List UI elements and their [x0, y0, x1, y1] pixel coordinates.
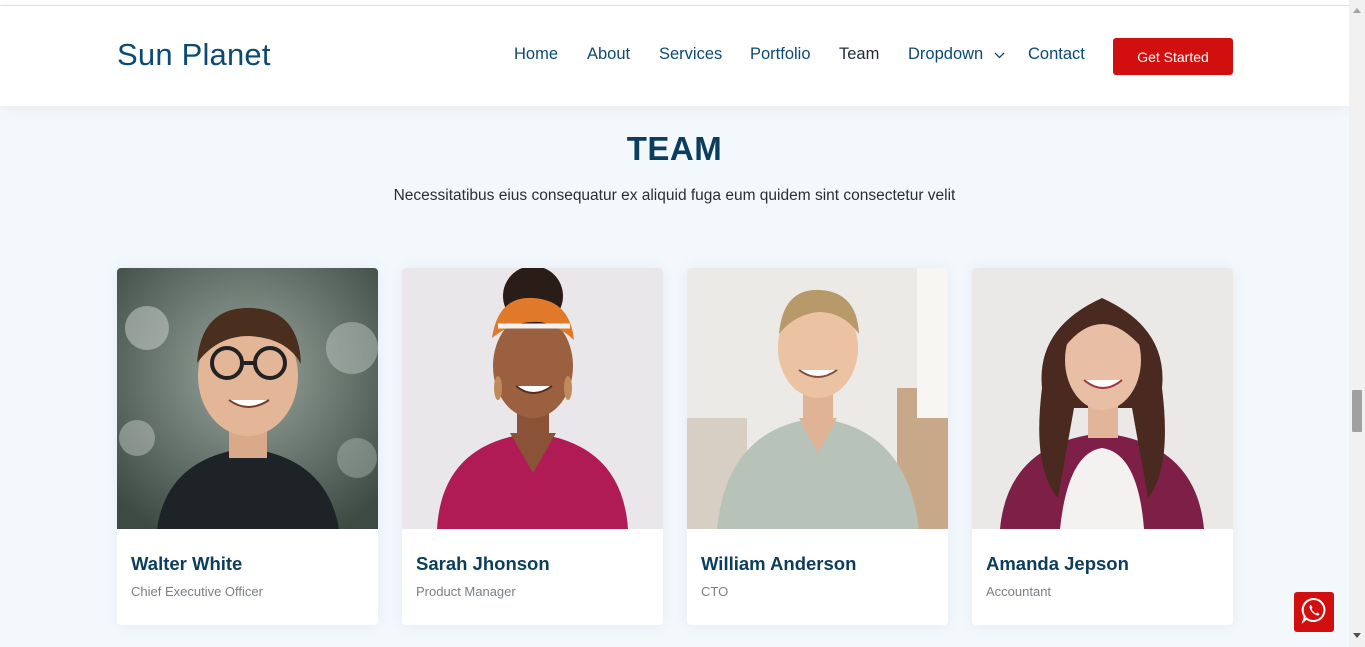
team-member-name: Walter White [131, 553, 243, 574]
whatsapp-icon [1300, 596, 1328, 629]
site-logo[interactable]: Sun Planet [117, 37, 271, 73]
team-card: Sarah Jhonson Product Manager [402, 268, 663, 625]
team-member-role: Accountant [986, 584, 1052, 599]
scrollbar-thumb[interactable] [1352, 390, 1362, 432]
team-member-name: Sarah Jhonson [416, 553, 550, 574]
team-member-photo [117, 268, 378, 529]
team-card: William Anderson CTO [687, 268, 948, 625]
team-member-name: Amanda Jepson [986, 553, 1129, 574]
nav-dropdown-label: Dropdown [908, 45, 984, 63]
team-member-role: Product Manager [416, 584, 516, 599]
nav-team[interactable]: Team [839, 45, 879, 64]
team-member-role: CTO [701, 584, 729, 599]
team-member-name: William Anderson [701, 553, 857, 574]
team-card: Walter White Chief Executive Officer [117, 268, 378, 625]
scroll-down-arrow-icon[interactable] [1353, 633, 1361, 638]
section-title: TEAM [626, 130, 723, 167]
get-started-button[interactable]: Get Started [1113, 38, 1233, 75]
scroll-up-arrow-icon[interactable] [1353, 8, 1361, 13]
nav-about[interactable]: About [587, 45, 630, 64]
section-subtitle: Necessitatibus eius consequatur ex aliqu… [393, 187, 956, 204]
page-scrollbar[interactable] [1349, 0, 1365, 647]
site-header: Sun Planet Home About Services Portfolio… [0, 6, 1349, 106]
chevron-down-icon [994, 45, 1005, 64]
team-member-photo [687, 268, 948, 529]
nav-dropdown[interactable]: Dropdown [908, 45, 1005, 64]
team-member-photo [402, 268, 663, 529]
team-member-photo [972, 268, 1233, 529]
whatsapp-chat-button[interactable] [1294, 592, 1334, 632]
team-member-role: Chief Executive Officer [131, 584, 263, 599]
nav-services[interactable]: Services [659, 45, 722, 64]
team-card: Amanda Jepson Accountant [972, 268, 1233, 625]
nav-contact[interactable]: Contact [1028, 45, 1085, 64]
nav-portfolio[interactable]: Portfolio [750, 45, 811, 64]
nav-home[interactable]: Home [514, 45, 558, 64]
